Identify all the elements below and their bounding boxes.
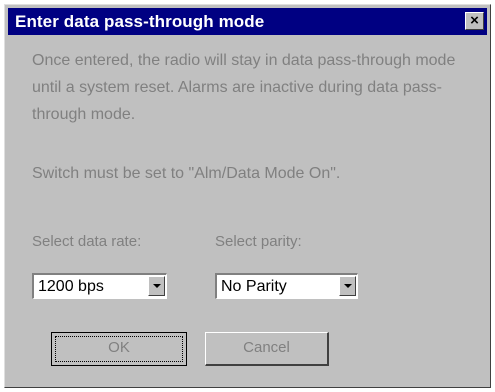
dialog-title: Enter data pass-through mode bbox=[15, 12, 265, 31]
close-icon: × bbox=[470, 12, 479, 29]
ok-button[interactable]: OK bbox=[51, 332, 187, 366]
parity-select[interactable]: No Parity bbox=[215, 273, 358, 299]
dialog-window: Enter data pass-through mode × Once ente… bbox=[4, 4, 491, 388]
parity-value: No Parity bbox=[221, 278, 287, 295]
chevron-down-icon[interactable] bbox=[339, 276, 356, 296]
switch-note: Switch must be set to "Alm/Data Mode On"… bbox=[32, 165, 341, 182]
focus-rectangle bbox=[55, 336, 183, 362]
title-bar[interactable]: Enter data pass-through mode × bbox=[8, 8, 487, 35]
data-rate-select[interactable]: 1200 bps bbox=[32, 273, 167, 299]
cancel-button-label: Cancel bbox=[243, 339, 290, 356]
cancel-button[interactable]: Cancel bbox=[205, 332, 329, 366]
close-button[interactable]: × bbox=[465, 12, 484, 30]
data-rate-label: Select data rate: bbox=[32, 233, 142, 250]
description-text: Once entered, the radio will stay in dat… bbox=[32, 52, 456, 123]
data-rate-value: 1200 bps bbox=[38, 278, 104, 295]
chevron-down-icon[interactable] bbox=[148, 276, 165, 296]
parity-label: Select parity: bbox=[215, 233, 302, 250]
